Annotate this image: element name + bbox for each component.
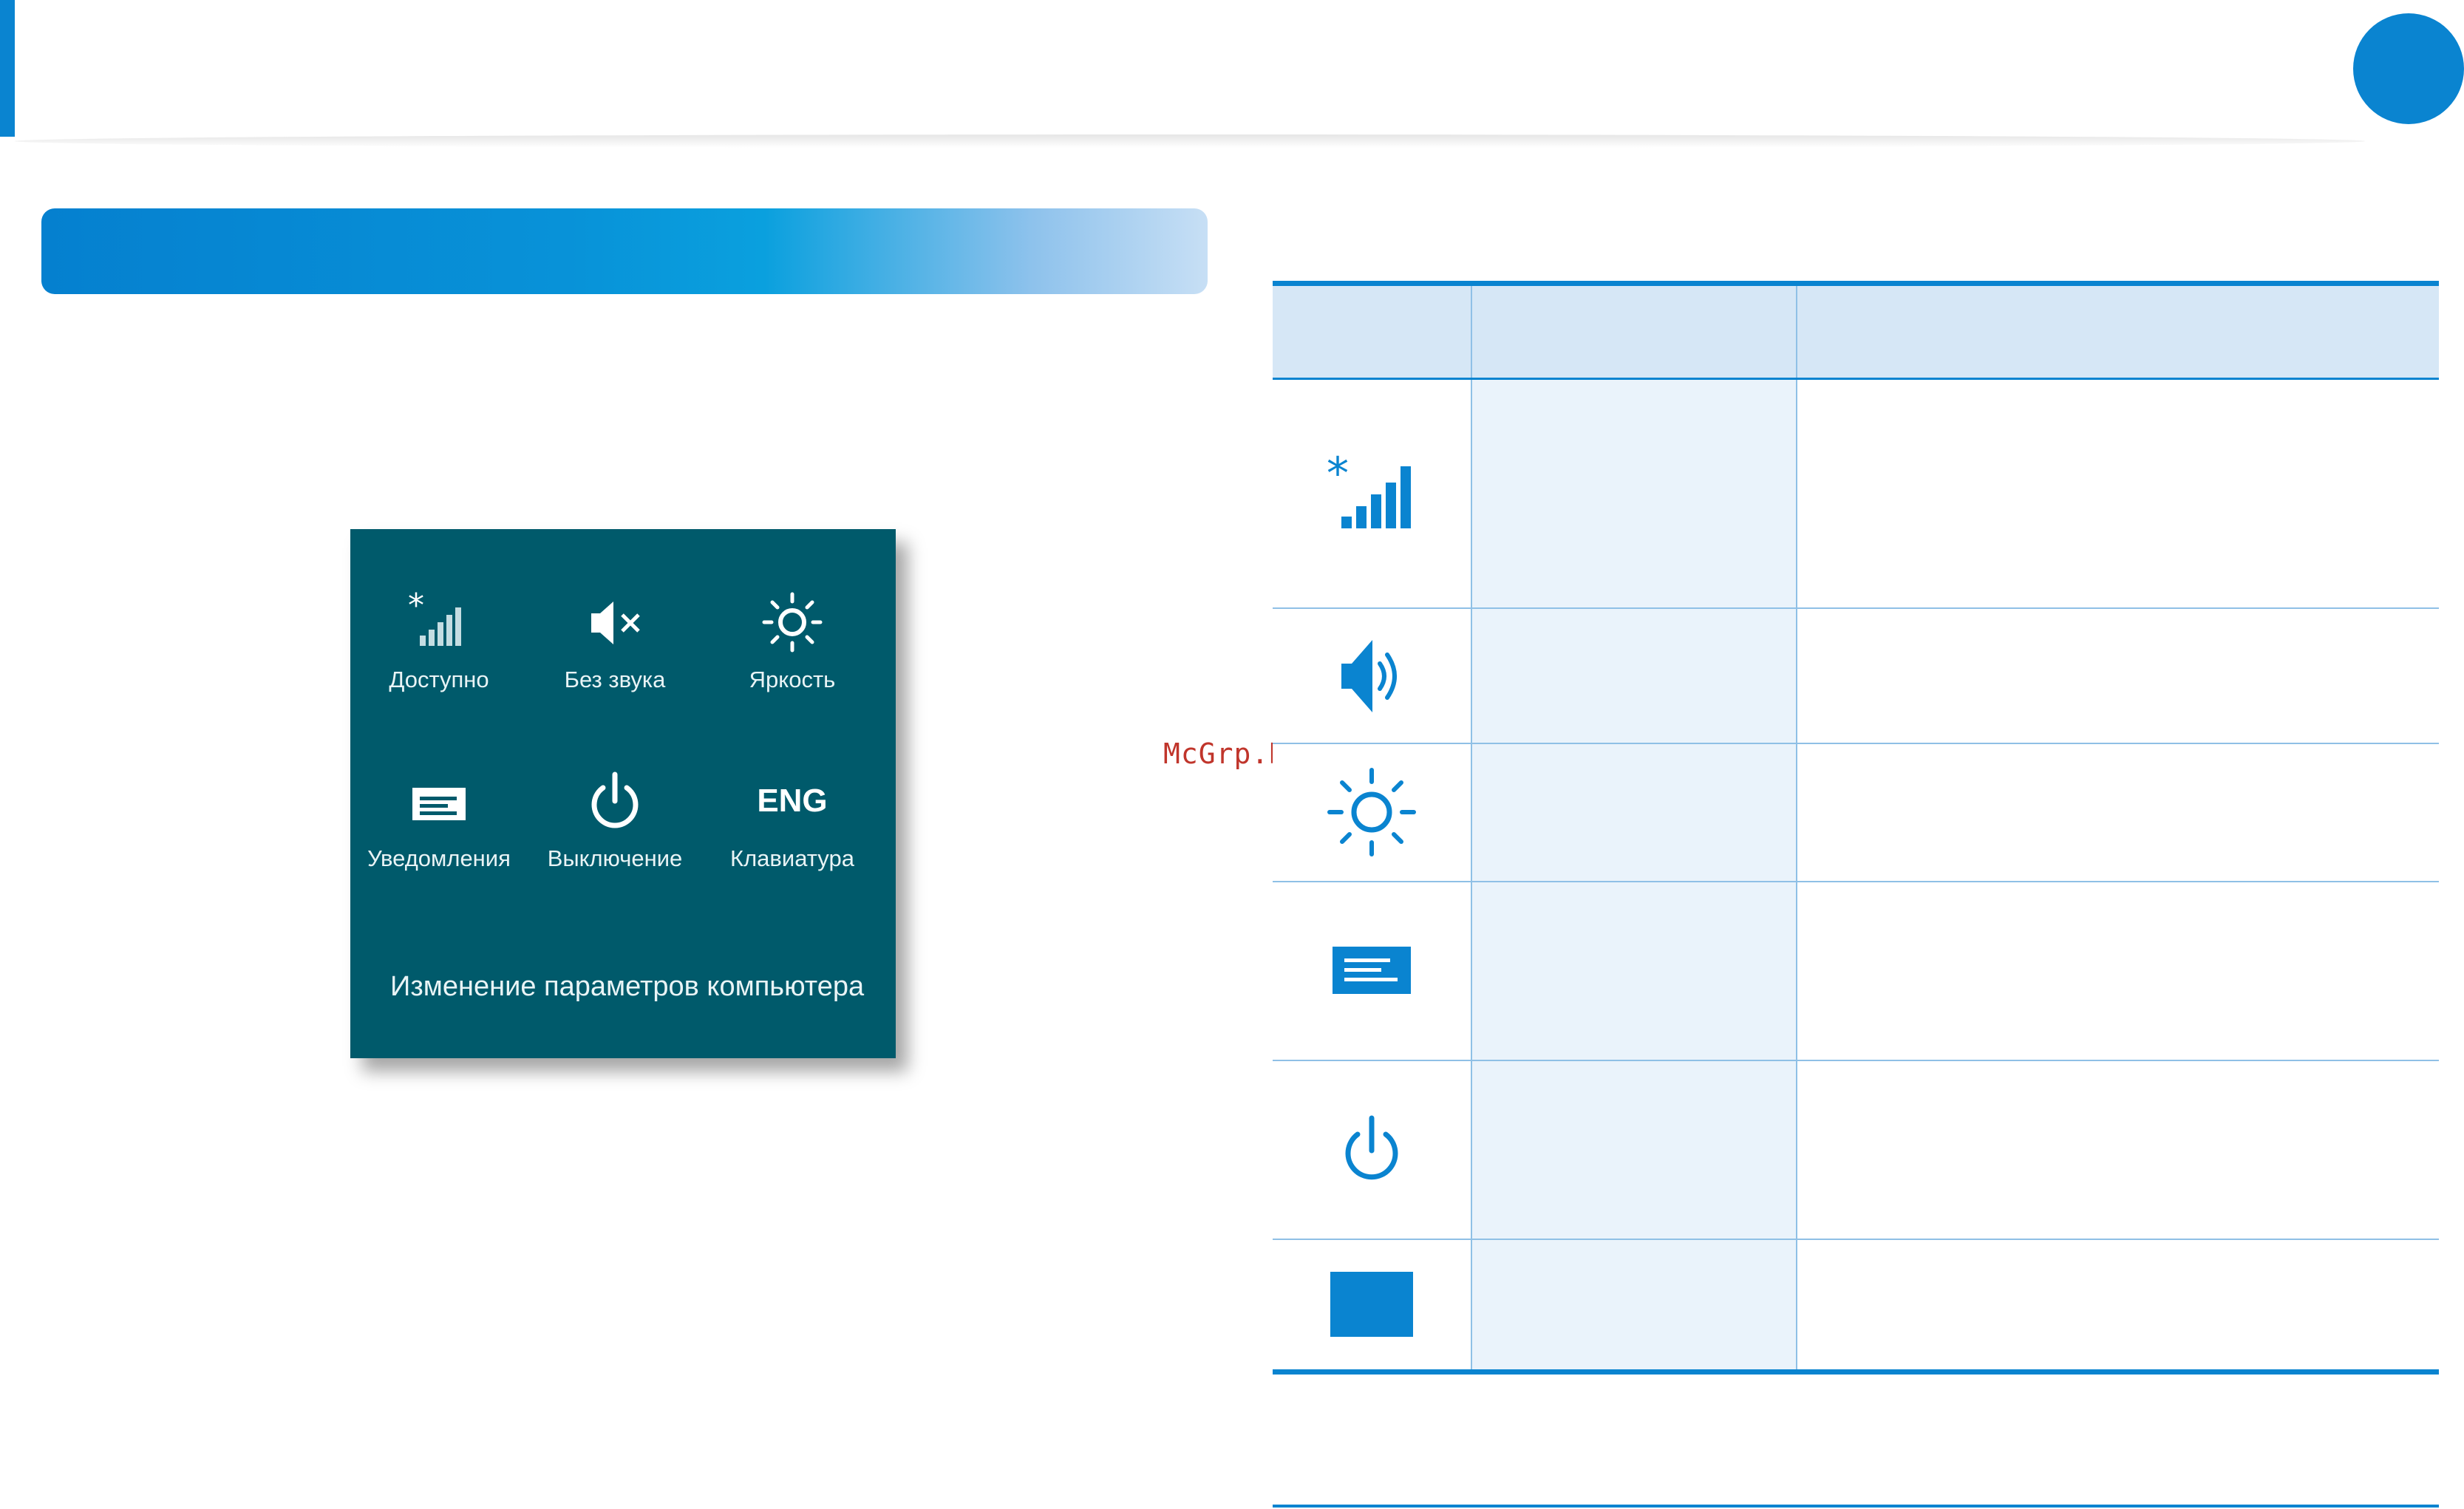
notifications-icon [1333, 946, 1411, 994]
table-header-row [1273, 281, 2439, 380]
wireless-signal-icon: * [408, 587, 461, 646]
section-title-bar [41, 208, 1208, 294]
table-row [1273, 743, 2439, 882]
table-row [1273, 607, 2439, 744]
table-row [1273, 1060, 2439, 1240]
svg-text:*: * [408, 587, 424, 624]
tile-network[interactable]: * Доступно [350, 587, 528, 693]
brightness-icon [1327, 768, 1416, 856]
muted-speaker-icon [591, 602, 640, 644]
tile-power[interactable]: Выключение [526, 766, 704, 872]
brightness-icon [762, 592, 823, 653]
tile-keyboard[interactable]: ENG Клавиатура [704, 766, 881, 872]
notifications-icon [412, 788, 466, 820]
table-row [1273, 1239, 2439, 1375]
tile-power-label: Выключение [547, 845, 683, 871]
power-icon [591, 771, 639, 828]
tile-network-label: Доступно [389, 667, 489, 692]
tile-notifications-label: Уведомления [367, 845, 511, 871]
tile-volume[interactable]: Без звука [526, 587, 704, 693]
page-badge [2353, 13, 2464, 124]
header-divider [15, 134, 2365, 148]
header-cell-icon [1273, 281, 1472, 380]
wireless-signal-icon: * [1327, 453, 1411, 528]
table-row: * [1273, 378, 2439, 609]
tile-notifications[interactable]: Уведомления [350, 766, 528, 872]
speaker-icon [1341, 640, 1397, 712]
bottom-rule [1273, 1505, 2439, 1508]
keyboard-block-icon [1330, 1272, 1413, 1338]
tile-keyboard-label: Клавиатура [730, 845, 854, 871]
icons-table: * [1273, 281, 2439, 1375]
tile-brightness[interactable]: Яркость [704, 587, 881, 693]
tile-brightness-label: Яркость [749, 667, 836, 692]
header-cell-description [1797, 281, 2439, 380]
settings-panel: * Доступно Без звука Яркость Уведомления… [350, 529, 896, 1058]
header-cell-name [1471, 281, 1797, 380]
table-row [1273, 881, 2439, 1061]
header-accent-bar [0, 0, 15, 137]
pc-settings-link[interactable]: Изменение параметров компьютера [390, 971, 893, 1003]
keyboard-language-value: ENG [757, 783, 828, 819]
svg-text:*: * [1327, 453, 1349, 500]
tile-volume-label: Без звука [564, 667, 666, 692]
power-icon [1345, 1115, 1398, 1179]
